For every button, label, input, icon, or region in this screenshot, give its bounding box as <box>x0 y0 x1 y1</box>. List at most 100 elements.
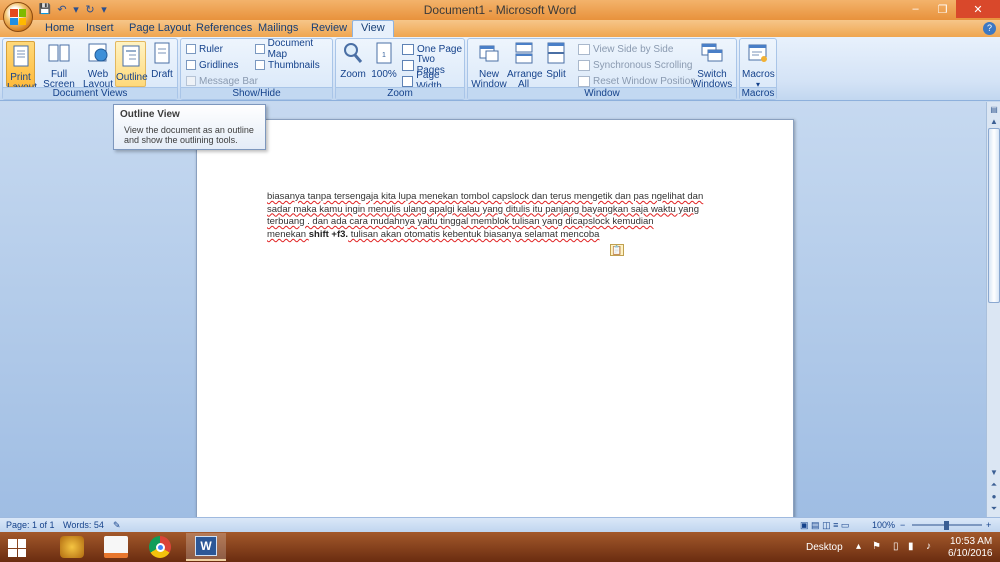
text-line-4a: menekan <box>267 228 309 240</box>
thumbnails-check-icon <box>255 60 265 70</box>
synchronous-scrolling-button[interactable]: Synchronous Scrolling <box>578 58 693 72</box>
one-page-icon <box>402 43 414 55</box>
zoom-button[interactable]: Zoom <box>339 41 367 80</box>
clock-date[interactable]: 6/10/2016 <box>948 548 993 559</box>
status-print-layout-icon[interactable]: ▣ <box>800 520 809 530</box>
print-layout-button[interactable]: Print Layout <box>6 41 37 93</box>
scroll-up-icon[interactable]: ▲ <box>988 116 1000 128</box>
close-button[interactable]: ✕ <box>956 0 1000 18</box>
paste-options-icon[interactable]: 📋 <box>610 244 624 256</box>
zoom-level[interactable]: 100% <box>872 520 895 530</box>
ruler-checkbox[interactable]: Ruler <box>186 42 223 56</box>
gridlines-checkbox[interactable]: Gridlines <box>186 58 238 72</box>
zoom-slider-thumb[interactable] <box>944 521 949 530</box>
macros-icon <box>748 44 767 62</box>
synchronous-scrolling-label: Synchronous Scrolling <box>593 59 693 71</box>
select-browse-object-icon[interactable]: ● <box>988 491 1000 503</box>
new-window-button[interactable]: New Window <box>471 41 507 90</box>
split-button[interactable]: Split <box>542 41 570 80</box>
clock-time[interactable]: 10:53 AM <box>950 536 992 547</box>
help-icon[interactable]: ? <box>983 22 996 35</box>
gridlines-check-icon <box>186 60 196 70</box>
tab-view[interactable]: View <box>352 20 394 37</box>
page-count[interactable]: Page: 1 of 1 <box>6 520 55 530</box>
word-app-icon[interactable]: W <box>186 533 226 561</box>
next-page-icon[interactable]: ⏷ <box>988 503 1000 515</box>
restore-button[interactable]: ❐ <box>929 0 956 18</box>
zoom-out-button[interactable]: − <box>900 520 905 530</box>
view-side-by-side-button[interactable]: View Side by Side <box>578 42 673 56</box>
draft-label: Draft <box>151 69 173 80</box>
full-screen-reading-icon <box>48 44 70 62</box>
proofing-icon[interactable]: ✎ <box>113 520 121 531</box>
game-app-icon[interactable] <box>52 533 92 561</box>
web-layout-button[interactable]: Web Layout <box>83 41 113 90</box>
page-width-button[interactable]: Page Width <box>402 70 464 92</box>
group-zoom: Zoom 1 100% One Page Two Pages Page Widt… <box>335 38 465 100</box>
tab-review[interactable]: Review <box>311 22 347 34</box>
tab-home[interactable]: Home <box>45 22 74 34</box>
text-bold-shortcut: shift +f3. <box>308 228 349 240</box>
document-map-checkbox[interactable]: Document Map <box>255 38 332 60</box>
desktop-toolbar-label[interactable]: Desktop <box>806 542 843 553</box>
status-draft-icon[interactable]: ▭ <box>841 520 850 530</box>
windows-start-icon[interactable] <box>8 539 26 557</box>
chrome-app-icon[interactable] <box>140 533 180 561</box>
vertical-scrollbar[interactable]: ▤ ▲ ▼ ⏶ ● ⏷ <box>986 102 1000 517</box>
tab-mailings[interactable]: Mailings <box>258 22 298 34</box>
ruler-label: Ruler <box>199 43 223 55</box>
amazon-app-icon[interactable] <box>96 533 136 561</box>
arrange-all-button[interactable]: Arrange All <box>507 41 543 90</box>
tab-insert[interactable]: Insert <box>86 22 114 34</box>
tab-references[interactable]: References <box>196 22 252 34</box>
svg-text:1: 1 <box>382 52 386 59</box>
split-icon <box>547 42 565 64</box>
tray-expand-icon[interactable]: ▴ <box>856 541 861 552</box>
document-page[interactable]: biasanya tanpa tersengaja kita lupa mene… <box>196 119 794 517</box>
group-show-hide: Ruler Gridlines Message Bar Document Map… <box>180 38 333 100</box>
reset-window-position-button[interactable]: Reset Window Position <box>578 74 696 88</box>
text-line-3: terbuang . dan ada cara mudahnya yaitu t… <box>267 216 654 228</box>
previous-page-icon[interactable]: ⏶ <box>988 479 1000 491</box>
zoom-100-icon: 1 <box>376 42 392 64</box>
flag-icon[interactable]: ⚑ <box>872 541 881 552</box>
draft-button[interactable]: Draft <box>148 41 176 80</box>
synchronous-scrolling-icon <box>578 59 590 71</box>
volume-icon[interactable]: ♪ <box>926 541 931 552</box>
network-icon[interactable]: ▮ <box>908 541 914 552</box>
word-count[interactable]: Words: 54 <box>63 520 104 530</box>
outline-button[interactable]: Outline <box>115 41 148 87</box>
zoom-in-button[interactable]: + <box>986 520 991 530</box>
battery-icon[interactable]: ▯ <box>893 541 899 552</box>
status-full-screen-icon[interactable]: ▤ <box>811 520 820 530</box>
page-width-icon <box>402 75 414 87</box>
minimize-button[interactable]: – <box>902 0 929 18</box>
group-label-macros: Macros <box>740 87 776 99</box>
one-page-label: One Page <box>417 43 463 55</box>
zoom-100-button[interactable]: 1 100% <box>370 41 398 80</box>
group-label-document-views: Document Views <box>3 87 177 99</box>
zoom-label: Zoom <box>340 69 366 80</box>
status-web-layout-icon[interactable]: ◫ <box>822 520 831 530</box>
two-pages-icon <box>402 59 414 71</box>
macros-label: Macros <box>742 69 775 80</box>
scroll-thumb[interactable] <box>988 128 1000 303</box>
scroll-down-icon[interactable]: ▼ <box>988 467 1000 479</box>
view-side-by-side-icon <box>578 43 590 55</box>
message-bar-checkbox[interactable]: Message Bar <box>186 74 258 88</box>
status-bar: Page: 1 of 1 Words: 54 ✎ ▣ ▤ ◫ ≡ ▭ 100% … <box>0 517 1000 532</box>
magnifier-icon <box>344 43 363 63</box>
ribbon: Print Layout Full Screen Reading Web Lay… <box>0 37 1000 101</box>
split-label: Split <box>546 69 566 80</box>
tab-page-layout[interactable]: Page Layout <box>129 22 191 34</box>
thumbnails-checkbox[interactable]: Thumbnails <box>255 58 320 72</box>
document-paragraph[interactable]: biasanya tanpa tersengaja kita lupa mene… <box>267 191 722 241</box>
status-outline-icon[interactable]: ≡ <box>833 520 838 530</box>
view-ruler-icon[interactable]: ▤ <box>988 104 1000 116</box>
window-title: Document1 - Microsoft Word <box>423 3 577 17</box>
office-button[interactable] <box>3 2 33 32</box>
amazon-app-image <box>104 536 128 558</box>
title-bar: 💾 ↶ ▾ ↻ ▾ Document1 - Microsoft Word – ❐… <box>0 0 1000 32</box>
group-macros: Macros ▾ Macros <box>739 38 777 100</box>
macros-button[interactable]: Macros ▾ <box>742 41 775 90</box>
